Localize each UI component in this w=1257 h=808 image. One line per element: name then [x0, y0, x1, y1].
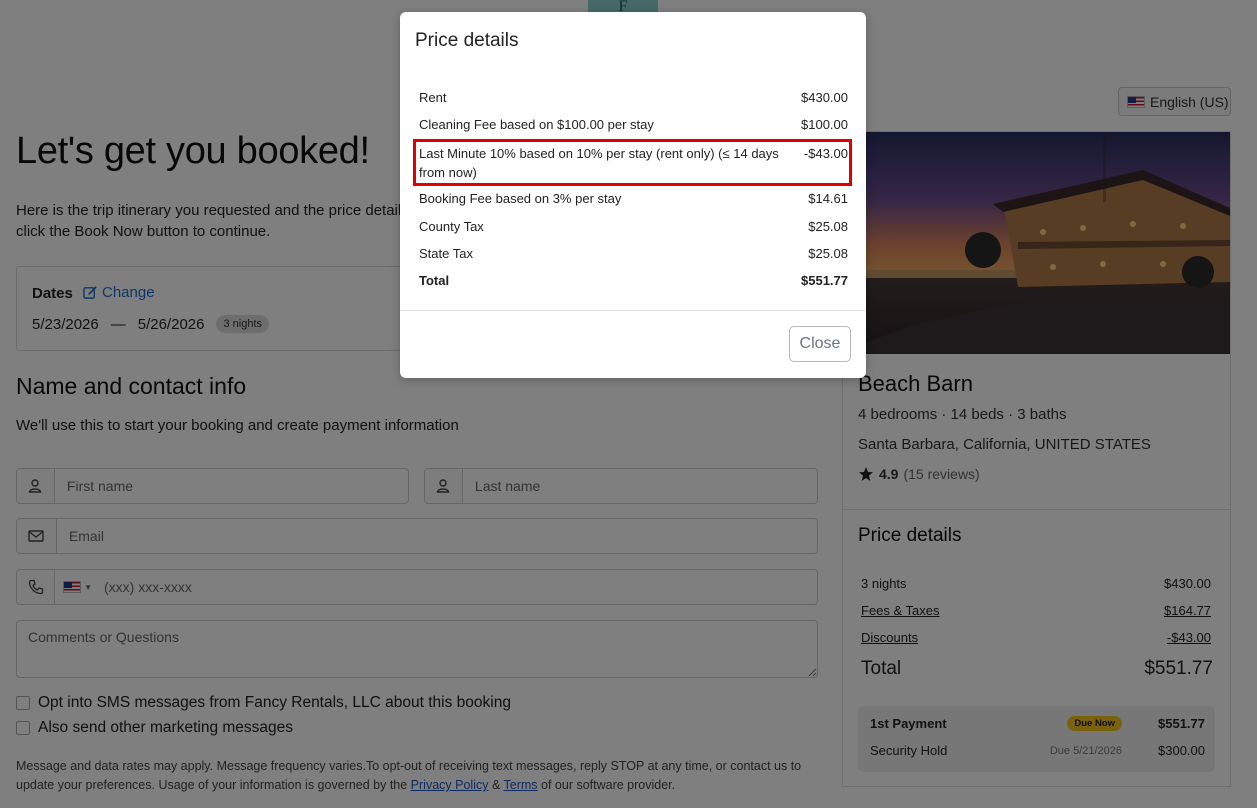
modal-row-county-tax: County Tax $25.08	[419, 217, 848, 236]
row-value: $25.08	[808, 219, 848, 234]
modal-row-booking-fee: Booking Fee based on 3% per stay $14.61	[419, 189, 848, 208]
row-label: State Tax	[419, 246, 473, 261]
modal-row-total: Total $551.77	[419, 271, 848, 290]
row-value: $14.61	[808, 191, 848, 206]
row-value: -$43.00	[803, 146, 848, 161]
price-details-modal: Price details Rent $430.00 Cleaning Fee …	[400, 12, 866, 378]
row-label: Cleaning Fee based on $100.00 per stay	[419, 117, 654, 132]
modal-row-cleaning-fee: Cleaning Fee based on $100.00 per stay $…	[419, 115, 848, 134]
close-button[interactable]: Close	[789, 326, 851, 362]
row-label: Rent	[419, 90, 447, 105]
row-label: Last Minute 10% based on 10% per stay (r…	[419, 146, 779, 180]
row-value: $100.00	[801, 117, 848, 132]
row-label: Booking Fee based on 3% per stay	[419, 191, 622, 206]
modal-row-last-minute-discount: Last Minute 10% based on 10% per stay (r…	[419, 144, 848, 182]
modal-row-rent: Rent $430.00	[419, 88, 848, 107]
row-value: $551.77	[801, 273, 848, 288]
modal-title: Price details	[415, 30, 519, 51]
row-value: $430.00	[801, 90, 848, 105]
row-value: $25.08	[808, 246, 848, 261]
row-label: County Tax	[419, 219, 484, 234]
modal-footer-divider	[400, 310, 866, 311]
row-label: Total	[419, 273, 450, 288]
modal-row-state-tax: State Tax $25.08	[419, 244, 848, 263]
